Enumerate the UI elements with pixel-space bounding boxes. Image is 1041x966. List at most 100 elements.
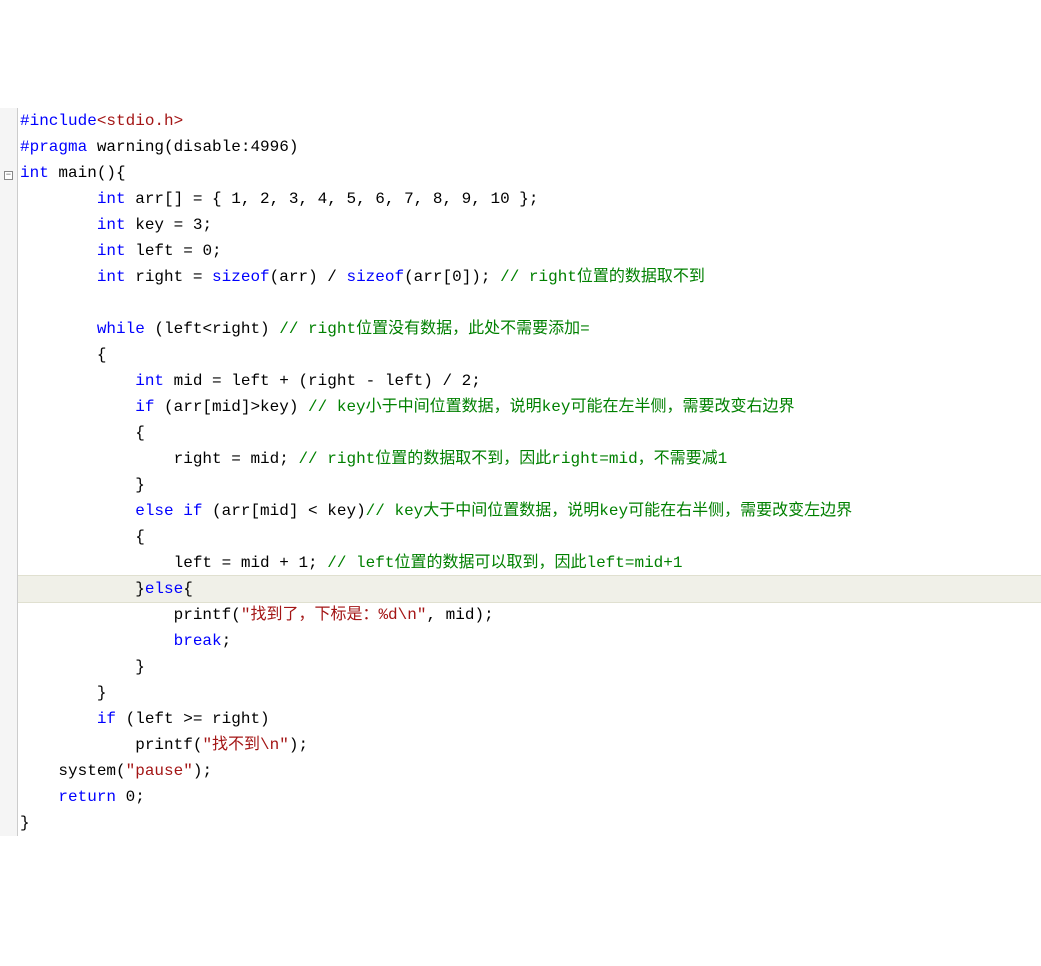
code-text[interactable]: return 0; (18, 784, 145, 810)
code-text[interactable]: int left = 0; (18, 238, 222, 264)
code-text[interactable]: left = mid + 1; // left位置的数据可以取到，因此left=… (18, 550, 682, 576)
code-line[interactable]: { (0, 524, 1041, 550)
code-text[interactable]: printf("找不到\n"); (18, 732, 308, 758)
code-token-sizeof-kw: sizeof (212, 268, 270, 286)
code-text[interactable]: }else{ (18, 576, 193, 602)
code-text[interactable]: { (18, 420, 145, 446)
code-line[interactable]: { (0, 342, 1041, 368)
code-token-identifier: ); (193, 762, 212, 780)
code-text[interactable]: int main(){ (18, 160, 126, 186)
code-text[interactable]: #include<stdio.h> (18, 108, 183, 134)
code-line[interactable]: int key = 3; (0, 212, 1041, 238)
fold-gutter[interactable] (0, 732, 18, 758)
fold-gutter[interactable] (0, 134, 18, 160)
code-token-identifier: { (20, 346, 106, 364)
code-text[interactable]: while (left<right) // right位置没有数据，此处不需要添… (18, 316, 590, 342)
code-text[interactable]: right = mid; // right位置的数据取不到，因此right=mi… (18, 446, 727, 472)
code-line[interactable]: return 0; (0, 784, 1041, 810)
code-text[interactable]: int arr[] = { 1, 2, 3, 4, 5, 6, 7, 8, 9,… (18, 186, 539, 212)
fold-gutter[interactable] (0, 628, 18, 654)
code-text[interactable]: int key = 3; (18, 212, 212, 238)
fold-gutter[interactable] (0, 108, 18, 134)
code-line[interactable]: if (arr[mid]>key) // key小于中间位置数据，说明key可能… (0, 394, 1041, 420)
fold-gutter[interactable] (0, 706, 18, 732)
code-token-identifier (20, 788, 58, 806)
code-line[interactable]: }else{ (0, 576, 1041, 602)
code-line[interactable]: while (left<right) // right位置没有数据，此处不需要添… (0, 316, 1041, 342)
code-text[interactable]: #pragma warning(disable:4996) (18, 134, 298, 160)
fold-gutter[interactable] (0, 238, 18, 264)
fold-gutter[interactable] (0, 472, 18, 498)
code-token-identifier: (arr[mid] < key) (202, 502, 365, 520)
fold-gutter[interactable] (0, 680, 18, 706)
code-line[interactable]: right = mid; // right位置的数据取不到，因此right=mi… (0, 446, 1041, 472)
fold-gutter[interactable] (0, 342, 18, 368)
code-text[interactable]: } (18, 472, 145, 498)
fold-gutter[interactable] (0, 654, 18, 680)
fold-gutter[interactable] (0, 186, 18, 212)
fold-gutter[interactable] (0, 368, 18, 394)
code-text[interactable]: if (left >= right) (18, 706, 270, 732)
code-line[interactable]: } (0, 810, 1041, 836)
code-line[interactable]: int mid = left + (right - left) / 2; (0, 368, 1041, 394)
fold-gutter[interactable] (0, 316, 18, 342)
fold-gutter[interactable] (0, 550, 18, 576)
code-text[interactable]: } (18, 810, 30, 836)
fold-gutter[interactable]: − (0, 160, 18, 186)
code-line[interactable]: int arr[] = { 1, 2, 3, 4, 5, 6, 7, 8, 9,… (0, 186, 1041, 212)
code-line[interactable] (0, 290, 1041, 316)
code-line[interactable]: #include<stdio.h> (0, 108, 1041, 134)
code-token-preprocessor: #include (20, 112, 97, 130)
fold-gutter[interactable] (0, 784, 18, 810)
code-text[interactable]: system("pause"); (18, 758, 212, 784)
code-token-identifier: } (20, 580, 145, 598)
fold-collapse-icon[interactable]: − (4, 171, 13, 180)
code-text[interactable]: break; (18, 628, 231, 654)
code-line[interactable]: else if (arr[mid] < key)// key大于中间位置数据，说… (0, 498, 1041, 524)
code-text[interactable]: printf("找到了，下标是：%d\n", mid); (18, 602, 494, 628)
code-text[interactable]: int mid = left + (right - left) / 2; (18, 368, 481, 394)
code-token-identifier (20, 268, 97, 286)
code-line[interactable]: break; (0, 628, 1041, 654)
code-line[interactable]: int right = sizeof(arr) / sizeof(arr[0])… (0, 264, 1041, 290)
code-line[interactable]: #pragma warning(disable:4996) (0, 134, 1041, 160)
code-token-identifier: { (20, 424, 145, 442)
fold-gutter[interactable] (0, 758, 18, 784)
fold-gutter[interactable] (0, 212, 18, 238)
code-line[interactable]: system("pause"); (0, 758, 1041, 784)
code-line[interactable]: { (0, 420, 1041, 446)
fold-gutter[interactable] (0, 446, 18, 472)
code-text[interactable]: if (arr[mid]>key) // key小于中间位置数据，说明key可能… (18, 394, 794, 420)
fold-gutter[interactable] (0, 576, 18, 602)
fold-gutter[interactable] (0, 394, 18, 420)
code-line[interactable]: int left = 0; (0, 238, 1041, 264)
code-token-identifier (20, 216, 97, 234)
fold-gutter[interactable] (0, 602, 18, 628)
fold-gutter[interactable] (0, 524, 18, 550)
fold-gutter[interactable] (0, 498, 18, 524)
code-text[interactable]: { (18, 342, 106, 368)
code-token-identifier (174, 502, 184, 520)
fold-gutter[interactable] (0, 420, 18, 446)
code-text[interactable]: } (18, 680, 106, 706)
code-line[interactable]: } (0, 680, 1041, 706)
code-line[interactable]: printf("找不到\n"); (0, 732, 1041, 758)
code-text[interactable]: else if (arr[mid] < key)// key大于中间位置数据，说… (18, 498, 852, 524)
code-line[interactable]: printf("找到了，下标是：%d\n", mid); (0, 602, 1041, 628)
code-token-identifier (20, 632, 174, 650)
code-token-identifier: key = 3; (126, 216, 212, 234)
code-text[interactable]: { (18, 524, 145, 550)
code-line[interactable]: if (left >= right) (0, 706, 1041, 732)
code-editor[interactable]: #include<stdio.h> #pragma warning(disabl… (0, 108, 1041, 836)
code-line[interactable]: −int main(){ (0, 160, 1041, 186)
code-text[interactable]: int right = sizeof(arr) / sizeof(arr[0])… (18, 264, 705, 290)
code-token-comment: // key大于中间位置数据，说明key可能在右半侧，需要改变左边界 (366, 502, 852, 520)
fold-gutter[interactable] (0, 264, 18, 290)
code-line[interactable]: } (0, 654, 1041, 680)
fold-gutter[interactable] (0, 290, 18, 316)
code-line[interactable]: } (0, 472, 1041, 498)
code-text[interactable] (18, 290, 30, 316)
code-line[interactable]: left = mid + 1; // left位置的数据可以取到，因此left=… (0, 550, 1041, 576)
fold-gutter[interactable] (0, 810, 18, 836)
code-text[interactable]: } (18, 654, 145, 680)
